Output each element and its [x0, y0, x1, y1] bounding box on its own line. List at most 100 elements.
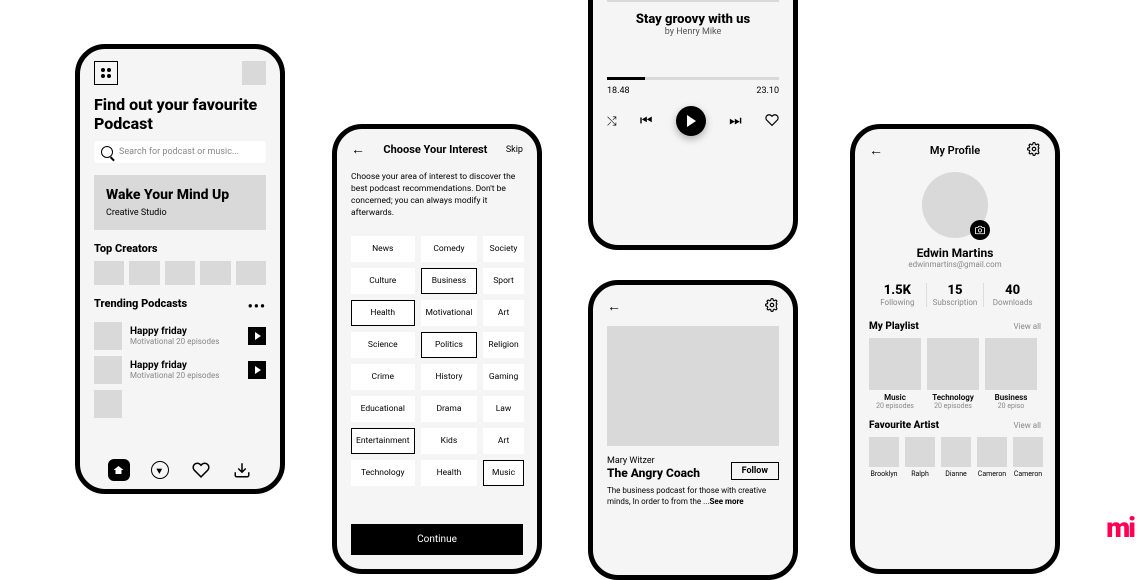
interest-chip[interactable]: Culture [351, 268, 415, 294]
interest-chip[interactable]: Crime [351, 364, 415, 390]
artist-card[interactable]: Brooklyn [869, 437, 899, 478]
progress-bar[interactable] [607, 77, 779, 80]
podcast-author: Mary Witzer [607, 456, 700, 466]
follow-button[interactable]: Follow [731, 462, 779, 480]
profile-name: Edwin Martins [869, 246, 1041, 260]
back-icon[interactable]: ← [869, 142, 883, 159]
interest-chip[interactable]: Science [351, 332, 415, 358]
artist-card[interactable]: Cameron [1013, 437, 1043, 478]
playlist-card[interactable]: Business20 episo [985, 338, 1037, 410]
creator-card[interactable] [129, 261, 159, 285]
podcast-cover [607, 326, 779, 446]
album-art [607, 0, 779, 2]
interest-chip[interactable]: Health [421, 460, 478, 486]
back-icon[interactable]: ← [607, 298, 621, 315]
creator-card[interactable] [94, 261, 124, 285]
podcast-thumb [94, 390, 122, 418]
interest-chip[interactable]: Entertainment [351, 428, 415, 454]
fav-artist-label: Favourite Artist [869, 420, 939, 431]
interest-chip[interactable]: Comedy [421, 236, 478, 262]
top-creators-label: Top Creators [94, 242, 266, 255]
settings-icon[interactable] [765, 297, 779, 316]
creator-card[interactable] [200, 261, 230, 285]
next-icon[interactable]: ⏭ [729, 113, 742, 129]
avatar[interactable] [242, 61, 266, 85]
stat[interactable]: 1.5KFollowing [869, 283, 927, 307]
nav-favourites-icon[interactable] [190, 459, 212, 481]
interest-chip[interactable]: Health [351, 300, 415, 326]
interest-chip[interactable]: Educational [351, 396, 415, 422]
page-title: Choose Your Interest [383, 143, 487, 156]
interest-chip[interactable]: Drama [421, 396, 478, 422]
search-icon [101, 146, 113, 158]
podcast-thumb [94, 356, 122, 384]
hero-card[interactable]: Wake Your Mind Up Creative Studio [94, 175, 266, 230]
trending-item[interactable] [94, 390, 266, 418]
interest-chip[interactable]: News [351, 236, 415, 262]
interest-chip[interactable]: Motivational [421, 300, 478, 326]
interest-chip[interactable]: Technology [351, 460, 415, 486]
interest-chip[interactable]: Religion [483, 332, 523, 358]
description: Choose your area of interest to discover… [351, 172, 523, 220]
nav-explore-icon[interactable] [149, 459, 171, 481]
profile-screen: ← My Profile Edwin Martins edwinmartins@… [850, 124, 1060, 574]
stat[interactable]: 40Downloads [984, 283, 1041, 307]
podcast-thumb [94, 322, 122, 350]
previous-icon[interactable]: ⏮ [640, 113, 653, 129]
hero-subtitle: Creative Studio [106, 208, 254, 218]
creator-card[interactable] [236, 261, 266, 285]
artist-card[interactable]: Dianne [941, 437, 971, 478]
track-title: Stay groovy with us [607, 12, 779, 27]
nav-home-icon[interactable] [108, 459, 130, 481]
view-all-link[interactable]: View all [1013, 322, 1041, 331]
time-current: 18.48 [607, 86, 630, 96]
playlist-label: My Playlist [869, 321, 919, 332]
home-screen: Find out your favourite Podcast Search f… [75, 44, 285, 494]
interest-chip[interactable]: Society [483, 236, 523, 262]
interest-chip[interactable]: Music [483, 460, 523, 486]
trending-item[interactable]: Happy friday Motivational 20 episodes [94, 322, 266, 350]
trending-label: Trending Podcasts [94, 297, 187, 310]
artist-card[interactable]: Cameron [977, 437, 1007, 478]
view-all-link[interactable]: View all [1013, 421, 1041, 430]
interest-chip[interactable]: Law [483, 396, 523, 422]
creator-card[interactable] [165, 261, 195, 285]
hero-title: Wake Your Mind Up [106, 187, 254, 204]
nav-downloads-icon[interactable] [231, 459, 253, 481]
interest-chip[interactable]: Art [483, 300, 523, 326]
interests-screen: ← Choose Your Interest Skip Choose your … [332, 124, 542, 574]
interest-chip[interactable]: Kids [421, 428, 478, 454]
stat[interactable]: 15Subscription [927, 283, 985, 307]
interest-chip[interactable]: Sport [483, 268, 523, 294]
play-button[interactable] [676, 106, 706, 136]
player-screen: Stay groovy with us by Henry Mike 18.48 … [588, 0, 798, 250]
track-author: by Henry Mike [607, 27, 779, 37]
interest-chip[interactable]: Politics [421, 332, 478, 358]
shuffle-icon[interactable]: ⤭ [607, 114, 617, 129]
menu-grid-button[interactable] [94, 61, 118, 85]
podcast-description: The business podcast for those with crea… [607, 486, 779, 508]
continue-button[interactable]: Continue [351, 524, 523, 555]
see-more-link[interactable]: See more [709, 497, 743, 506]
heart-icon[interactable] [765, 112, 779, 131]
settings-icon[interactable] [1027, 141, 1041, 160]
time-total: 23.10 [756, 86, 779, 96]
profile-email: edwinmartins@gmail.com [869, 260, 1041, 269]
trending-item[interactable]: Happy friday Motivational 20 episodes [94, 356, 266, 384]
podcast-title: The Angry Coach [607, 466, 700, 480]
interest-chip[interactable]: History [421, 364, 478, 390]
play-button[interactable] [248, 361, 266, 379]
interest-chip[interactable]: Gaming [483, 364, 523, 390]
back-icon[interactable]: ← [351, 141, 365, 158]
skip-link[interactable]: Skip [506, 145, 523, 155]
more-icon[interactable]: ••• [248, 299, 266, 315]
play-button[interactable] [248, 327, 266, 345]
interest-chip[interactable]: Art [483, 428, 523, 454]
podcast-detail-screen: ← Mary Witzer The Angry Coach Follow The… [588, 280, 798, 580]
search-input[interactable]: Search for podcast or music... [94, 141, 266, 163]
playlist-card[interactable]: Music20 episodes [869, 338, 921, 410]
camera-icon[interactable] [970, 220, 990, 240]
interest-chip[interactable]: Business [421, 268, 478, 294]
artist-card[interactable]: Ralph [905, 437, 935, 478]
playlist-card[interactable]: Technology20 episodes [927, 338, 979, 410]
